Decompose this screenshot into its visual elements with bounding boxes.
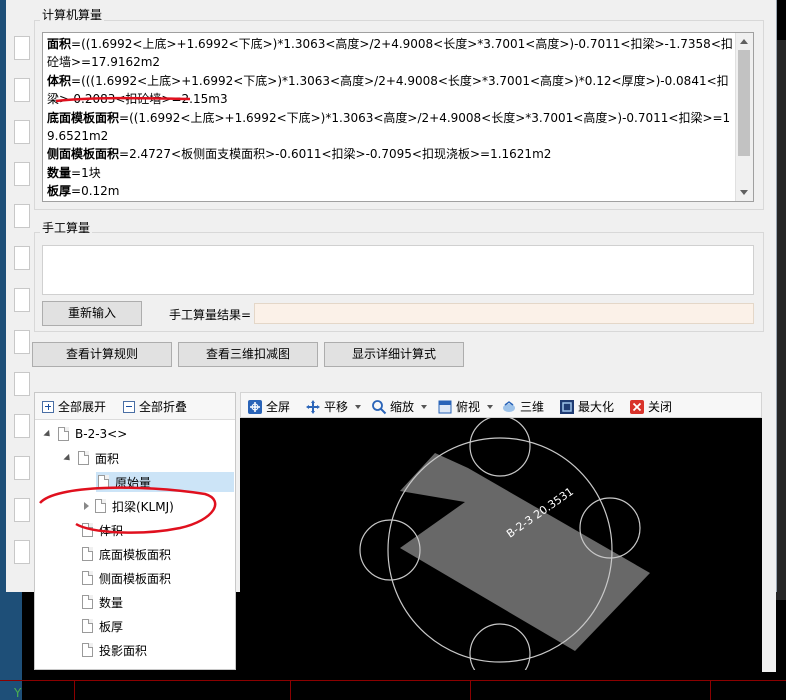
background-fields [14, 36, 30, 596]
magnifier-icon [372, 399, 387, 414]
tree-node-root[interactable]: B-2-3<> [43, 424, 127, 444]
collapse-all-button[interactable]: 全部折叠 [123, 398, 187, 415]
calc-vertical-scrollbar[interactable] [735, 33, 753, 201]
pan-button[interactable]: 平移 [305, 398, 362, 415]
background-cad-area [776, 0, 786, 680]
document-icon [82, 547, 93, 561]
calc-formula-text: 面积=((1.6992<上底>+1.6992<下底>)*1.3063<高度>/2… [47, 35, 735, 202]
manual-result-label: 手工算量结果= [169, 308, 252, 322]
reenter-button[interactable]: 重新输入 [42, 301, 142, 326]
dropdown-caret-icon[interactable] [421, 404, 428, 409]
formula-expression: =((1.6992<上底>+1.6992<下底>)*1.3063<高度>/2+4… [47, 110, 731, 144]
document-icon [95, 499, 106, 513]
cube-3d-icon [503, 400, 515, 412]
scroll-down-icon[interactable] [740, 190, 748, 195]
axis-y-label: Y [14, 686, 22, 700]
document-icon [82, 595, 93, 609]
dropdown-caret-icon[interactable] [355, 404, 362, 409]
document-icon [82, 571, 93, 585]
collapse-icon [123, 400, 135, 413]
formula-expression: =(((1.6992<上底>+1.6992<下底>)*1.3063<高度>/2+… [47, 73, 729, 107]
top-view-icon [438, 400, 452, 413]
view-3d-deduct-button[interactable]: 查看三维扣减图 [178, 342, 318, 367]
viewer-toolbar: 全屏 平移 缩放 俯视 三维 最大化 关闭 [240, 392, 762, 418]
formula-key: 板厚 [47, 184, 72, 199]
slab-drawing: B-2-3 20.3531 [359, 418, 650, 670]
close-icon [630, 399, 644, 414]
view-rules-button[interactable]: 查看计算规则 [32, 342, 172, 367]
maximize-icon [560, 399, 574, 414]
top-view-button[interactable]: 俯视 [437, 398, 494, 415]
formula-key: 侧面模板面积 [47, 147, 120, 162]
fullscreen-button[interactable]: 全屏 [247, 398, 290, 415]
tree-node-bottom-form[interactable]: 底面模板面积 [82, 544, 171, 564]
expand-all-button[interactable]: 全部展开 [42, 398, 106, 415]
calc-group-title: 计算机算量 [40, 6, 105, 23]
tree-node-beam-deduct[interactable]: 扣梁(KLMJ) [84, 496, 174, 516]
calc-formula-line: 投影面积=((1.6992<上底>+1.6992<下底>)*1.3063<高度>… [47, 201, 735, 202]
expanded-arrow-icon[interactable] [43, 429, 53, 439]
manual-formula-input[interactable] [42, 245, 754, 295]
column-circle-bottom [469, 623, 531, 670]
fullscreen-icon [248, 399, 262, 414]
3d-view-button[interactable]: 三维 [501, 398, 544, 415]
expanded-arrow-icon[interactable] [63, 453, 73, 463]
scroll-up-icon[interactable] [740, 39, 748, 44]
manual-result-field [254, 303, 754, 324]
document-icon [78, 451, 89, 465]
dropdown-caret-icon[interactable] [487, 404, 494, 409]
maximize-button[interactable]: 最大化 [559, 398, 614, 415]
calc-formula-box[interactable]: 面积=((1.6992<上底>+1.6992<下底>)*1.3063<高度>/2… [42, 32, 754, 202]
scroll-thumb[interactable] [738, 50, 750, 156]
cad-grid-line [0, 680, 786, 681]
show-detail-formula-button[interactable]: 显示详细计算式 [324, 342, 464, 367]
tree-node-area[interactable]: 面积 [63, 448, 119, 468]
calc-formula-line: 底面模板面积=((1.6992<上底>+1.6992<下底>)*1.3063<高… [47, 109, 735, 146]
tree-toolbar: 全部展开 全部折叠 [35, 393, 235, 420]
zoom-button[interactable]: 缩放 [371, 398, 428, 415]
formula-key: 体积 [47, 73, 72, 88]
document-icon [82, 619, 93, 633]
collapsed-arrow-icon[interactable] [84, 502, 89, 510]
document-icon [98, 475, 109, 489]
pan-icon [306, 399, 320, 414]
close-viewer-button[interactable]: 关闭 [629, 398, 672, 415]
tree-node-volume[interactable]: 体积 [82, 520, 123, 540]
document-icon [58, 427, 69, 441]
formula-key: 底面模板面积 [47, 110, 120, 125]
column-circle-top [469, 418, 531, 477]
tree-node-original[interactable]: 原始量 [98, 472, 151, 492]
calc-formula-line: 面积=((1.6992<上底>+1.6992<下底>)*1.3063<高度>/2… [47, 35, 735, 72]
formula-key: 数量 [47, 165, 72, 180]
formula-expression: =0.12m [71, 184, 120, 199]
tree-node-thickness[interactable]: 板厚 [82, 616, 123, 636]
calc-formula-line: 体积=(((1.6992<上底>+1.6992<下底>)*1.3063<高度>/… [47, 72, 735, 109]
formula-expression: =1块 [71, 165, 101, 180]
manual-group-title: 手工算量 [40, 219, 93, 236]
tree-node-quantity[interactable]: 数量 [82, 592, 123, 612]
calc-formula-line: 板厚=0.12m [47, 182, 735, 200]
viewer-side-strip [762, 392, 776, 672]
formula-key: 面积 [47, 37, 72, 51]
tree-node-side-form[interactable]: 侧面模板面积 [82, 568, 171, 588]
document-icon [82, 643, 93, 657]
formula-expression: =((1.6992<上底>+1.6992<下底>)*1.3063<高度>/2+4… [47, 37, 733, 70]
tree-node-projection[interactable]: 投影面积 [82, 640, 147, 660]
viewer-canvas[interactable]: B-2-3 20.3531 [240, 418, 762, 670]
calc-formula-line: 侧面模板面积=2.4727<板侧面支模面积>-0.6011<扣梁>-0.7095… [47, 145, 735, 163]
formula-expression: =2.4727<板侧面支模面积>-0.6011<扣梁>-0.7095<扣现浇板>… [119, 147, 552, 162]
calc-formula-line: 数量=1块 [47, 164, 735, 182]
document-icon [82, 523, 93, 537]
expand-icon [42, 400, 54, 413]
